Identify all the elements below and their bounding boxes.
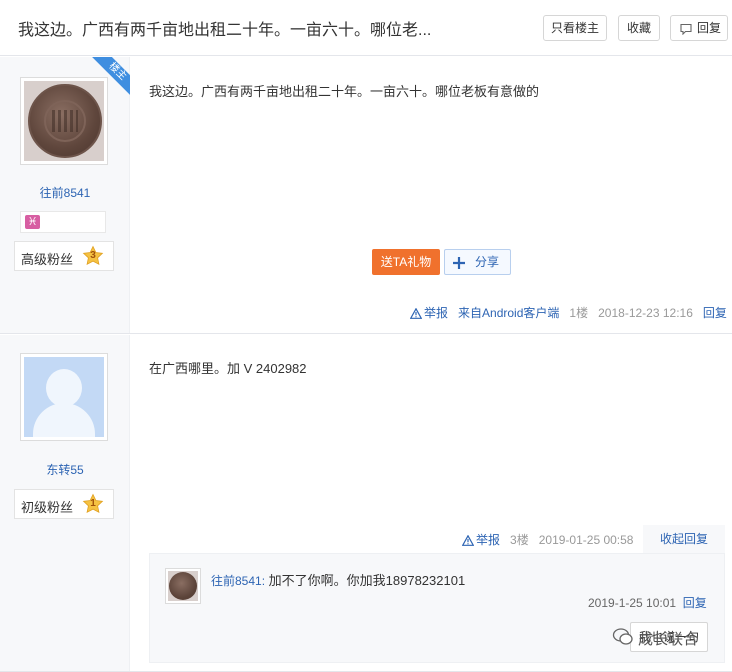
reply-button[interactable]: 回复 <box>670 15 728 41</box>
comment-icon <box>680 23 692 35</box>
post-floor-1: 往前8541 ♓ 高级粉丝 3 楼主 我这边。广西有两千亩地出租二十年。一亩六十… <box>0 57 732 334</box>
author-sidebar: 往前8541 ♓ 高级粉丝 3 <box>0 57 130 333</box>
collapse-replies-button[interactable]: 收起回复 <box>643 525 725 553</box>
floor-number: 3楼 <box>510 533 529 547</box>
fan-level-badge[interactable]: 初级粉丝 1 <box>14 489 114 519</box>
fan-level-badge[interactable]: 高级粉丝 3 <box>14 241 114 271</box>
share-label: 分享 <box>475 255 500 269</box>
star-level-icon: 3 <box>82 245 104 267</box>
sub-reply-text: 加不了你啊。你加我18978232101 <box>268 573 466 588</box>
thread-title: 我这边。广西有两千亩地出租二十年。一亩六十。哪位老... <box>18 22 432 39</box>
fan-level-number: 1 <box>90 498 96 509</box>
fan-level-label: 高级粉丝 <box>21 252 74 267</box>
thread-header: 我这边。广西有两千亩地出租二十年。一亩六十。哪位老... 只看楼主 收藏 回复 <box>0 0 732 56</box>
share-button[interactable]: 分享 <box>444 249 511 275</box>
sub-reply-username[interactable]: 往前8541: <box>211 574 265 588</box>
sub-reply-item: 往前8541: 加不了你啊。你加我18978232101 <box>211 570 465 589</box>
op-corner-badge: 楼主 <box>90 57 130 97</box>
zodiac-badge: ♓ <box>20 211 106 233</box>
post-reply-link[interactable]: 回复 <box>703 306 727 320</box>
author-username[interactable]: 往前8541 <box>0 184 130 201</box>
pisces-icon: ♓ <box>25 215 40 229</box>
plus-icon <box>453 257 465 269</box>
coin-avatar-image <box>168 571 198 601</box>
op-badge-label: 楼主 <box>90 57 130 97</box>
sub-reply-reply-link[interactable]: 回复 <box>683 596 707 610</box>
wechat-icon <box>612 628 633 645</box>
floor-number: 1楼 <box>569 306 589 320</box>
favorite-button[interactable]: 收藏 <box>618 15 660 41</box>
post-meta: 举报 3楼 2019-01-25 00:58 <box>462 531 633 548</box>
post-time: 2018-12-23 12:16 <box>598 306 693 320</box>
only-op-button[interactable]: 只看楼主 <box>543 15 607 41</box>
warning-icon <box>462 535 474 546</box>
sub-reply-avatar[interactable] <box>165 568 201 604</box>
client-source-link[interactable]: 来自Android客户端 <box>458 306 559 320</box>
author-sidebar: 东转55 初级粉丝 1 <box>0 335 130 671</box>
fan-level-number: 3 <box>90 250 96 261</box>
post-time: 2019-01-25 00:58 <box>538 533 634 547</box>
post-meta: 举报 来自Android客户端 1楼 2018-12-23 12:16 回复 <box>410 304 727 321</box>
reply-button-label: 回复 <box>697 21 722 35</box>
avatar[interactable] <box>20 353 108 441</box>
sub-reply-meta: 2019-1-25 10:01 回复 <box>588 594 707 611</box>
post-content: 在广西哪里。加 V 2402982 <box>149 361 307 376</box>
author-username[interactable]: 东转55 <box>0 461 130 478</box>
post-floor-3: 东转55 初级粉丝 1 在广西哪里。加 V 2402982 举报 3楼 2019… <box>0 335 732 672</box>
default-avatar-image <box>24 357 104 437</box>
fan-level-label: 初级粉丝 <box>21 500 74 515</box>
sub-reply-time: 2019-1-25 10:01 <box>588 596 677 610</box>
report-label: 举报 <box>424 306 449 320</box>
warning-icon <box>410 308 422 319</box>
report-label: 举报 <box>476 533 501 547</box>
report-link[interactable]: 举报 <box>410 306 451 320</box>
post-content: 我这边。广西有两千亩地出租二十年。一亩六十。哪位老板有意做的 <box>149 84 540 99</box>
send-gift-button[interactable]: 送TA礼物 <box>372 249 440 275</box>
report-link[interactable]: 举报 <box>462 533 503 547</box>
watermark: 成长联合 <box>612 625 722 651</box>
watermark-text: 成长联合 <box>638 631 699 648</box>
star-level-icon: 1 <box>82 493 104 515</box>
